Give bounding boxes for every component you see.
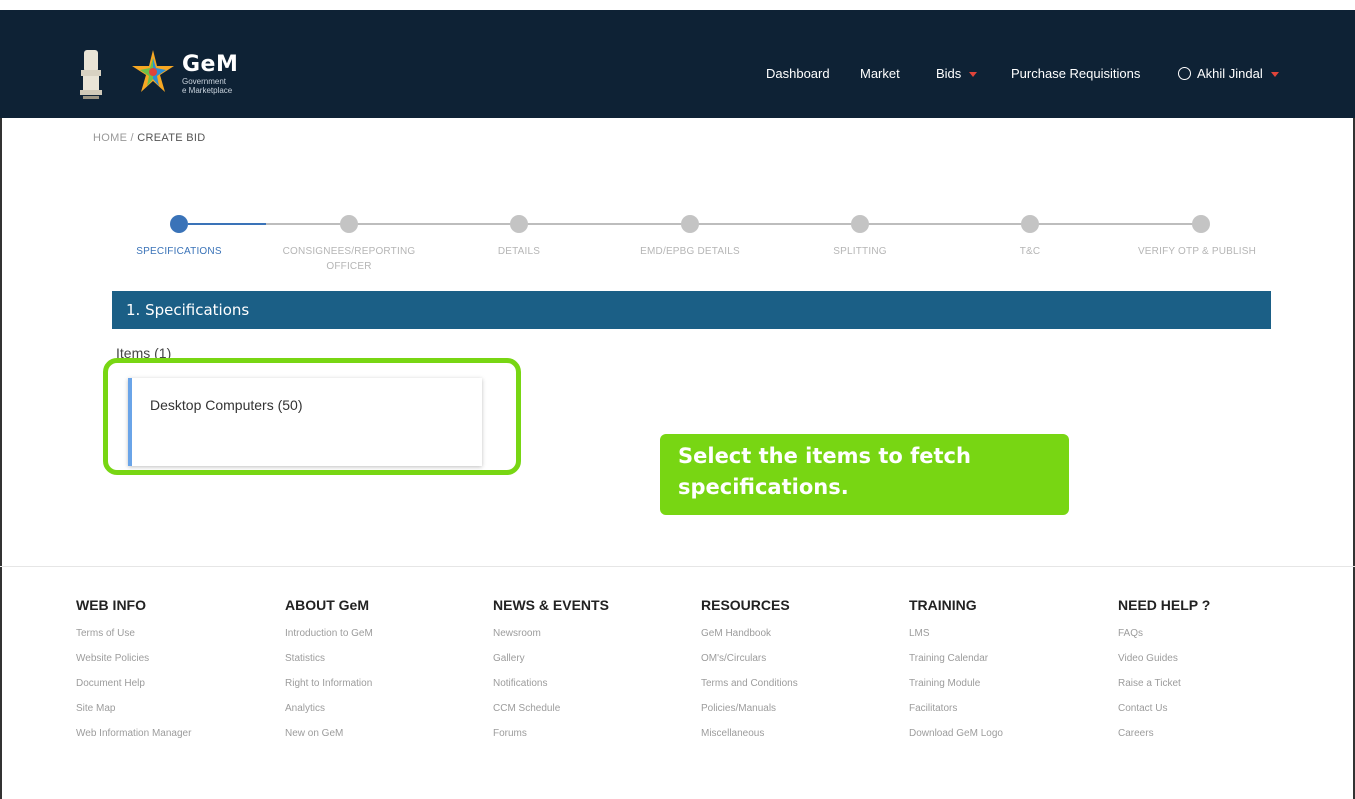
top-navbar: GeM Government e Marketplace Dashboard M…	[0, 0, 1355, 118]
tutorial-highlight-box	[103, 358, 521, 475]
footer-link[interactable]: Training Module	[909, 676, 1109, 701]
footer-divider	[0, 566, 1355, 567]
step-label-emd[interactable]: EMD/EPBG DETAILS	[605, 244, 775, 259]
logo-title: GeM	[182, 52, 239, 77]
footer-link[interactable]: New on GeM	[285, 726, 485, 751]
step-dot-emd[interactable]	[681, 215, 699, 233]
logo-subtitle-2: e Marketplace	[182, 86, 233, 95]
footer-link[interactable]: Contact Us	[1118, 701, 1318, 726]
footer-link[interactable]: Website Policies	[76, 651, 276, 676]
footer-column-help: NEED HELP ? FAQs Video Guides Raise a Ti…	[1118, 597, 1318, 751]
footer-link[interactable]: Analytics	[285, 701, 485, 726]
footer-column-training: TRAINING LMS Training Calendar Training …	[909, 597, 1109, 751]
footer-link[interactable]: Site Map	[76, 701, 276, 726]
top-strip	[0, 0, 1355, 10]
gem-logo-icon	[132, 50, 174, 92]
footer-column-web-info: WEB INFO Terms of Use Website Policies D…	[76, 597, 276, 751]
footer-link[interactable]: Terms and Conditions	[701, 676, 901, 701]
step-label-tc[interactable]: T&C	[945, 244, 1115, 259]
breadcrumb: HOME / CREATE BID	[93, 132, 205, 144]
footer-link[interactable]: Raise a Ticket	[1118, 676, 1318, 701]
user-icon	[1178, 67, 1191, 80]
footer-link[interactable]: OM's/Circulars	[701, 651, 901, 676]
step-label-details[interactable]: DETAILS	[434, 244, 604, 259]
footer-link[interactable]: Gallery	[493, 651, 693, 676]
tutorial-callout: Select the items to fetch specifications…	[660, 434, 1069, 515]
nav-market[interactable]: Market	[860, 66, 900, 81]
breadcrumb-separator: /	[127, 132, 138, 144]
footer-link[interactable]: Forums	[493, 726, 693, 751]
nav-dashboard[interactable]: Dashboard	[766, 66, 830, 81]
footer-heading: NEWS & EVENTS	[493, 597, 609, 613]
footer-link[interactable]: Video Guides	[1118, 651, 1318, 676]
user-name: Akhil Jindal	[1197, 66, 1263, 81]
section-header: 1. Specifications	[112, 291, 1271, 329]
footer-link[interactable]: Terms of Use	[76, 626, 276, 651]
gem-logo-text[interactable]: GeM Government e Marketplace	[182, 52, 238, 95]
footer-link[interactable]: Facilitators	[909, 701, 1109, 726]
footer-heading: ABOUT GeM	[285, 597, 369, 613]
footer-link[interactable]: Download GeM Logo	[909, 726, 1109, 751]
footer-heading: NEED HELP ?	[1118, 597, 1211, 613]
nav-bids-label: Bids	[936, 66, 962, 81]
national-emblem-icon	[80, 50, 102, 99]
nav-purchase-requisitions[interactable]: Purchase Requisitions	[1011, 66, 1140, 81]
step-label-splitting[interactable]: SPLITTING	[775, 244, 945, 259]
footer-link[interactable]: Statistics	[285, 651, 485, 676]
progress-stepper: SPECIFICATIONS CONSIGNEES/REPORTING OFFI…	[0, 200, 1355, 290]
step-label-verify[interactable]: VERIFY OTP & PUBLISH	[1112, 244, 1282, 259]
footer-link[interactable]: CCM Schedule	[493, 701, 693, 726]
footer-link[interactable]: GeM Handbook	[701, 626, 901, 651]
footer-heading: RESOURCES	[701, 597, 790, 613]
breadcrumb-home[interactable]: HOME	[93, 132, 127, 144]
step-dot-tc[interactable]	[1021, 215, 1039, 233]
user-menu[interactable]: Akhil Jindal	[1178, 66, 1279, 81]
footer-link[interactable]: Document Help	[76, 676, 276, 701]
step-label-consignees[interactable]: CONSIGNEES/REPORTING OFFICER	[264, 244, 434, 274]
footer-link[interactable]: Introduction to GeM	[285, 626, 485, 651]
breadcrumb-current: CREATE BID	[137, 132, 206, 144]
chevron-down-icon	[969, 72, 978, 78]
logo-subtitle-1: Government	[182, 77, 227, 86]
footer-link[interactable]: Web Information Manager	[76, 726, 276, 751]
step-dot-splitting[interactable]	[851, 215, 869, 233]
footer-link[interactable]: LMS	[909, 626, 1109, 651]
footer-link[interactable]: Miscellaneous	[701, 726, 901, 751]
footer-link[interactable]: Right to Information	[285, 676, 485, 701]
footer-heading: TRAINING	[909, 597, 977, 613]
step-dot-details[interactable]	[510, 215, 528, 233]
step-dot-consignees[interactable]	[340, 215, 358, 233]
step-connector	[266, 223, 1201, 225]
step-label-specifications[interactable]: SPECIFICATIONS	[94, 244, 264, 259]
footer-link[interactable]: Notifications	[493, 676, 693, 701]
step-dot-verify[interactable]	[1192, 215, 1210, 233]
footer-column-resources: RESOURCES GeM Handbook OM's/Circulars Te…	[701, 597, 901, 751]
footer-link[interactable]: Policies/Manuals	[701, 701, 901, 726]
footer-link[interactable]: Newsroom	[493, 626, 693, 651]
step-dot-specifications[interactable]	[170, 215, 188, 233]
chevron-down-icon	[1270, 72, 1279, 78]
footer-column-about: ABOUT GeM Introduction to GeM Statistics…	[285, 597, 485, 751]
nav-bids[interactable]: Bids	[936, 66, 978, 81]
footer-link[interactable]: Careers	[1118, 726, 1318, 751]
footer-heading: WEB INFO	[76, 597, 146, 613]
footer-column-news: NEWS & EVENTS Newsroom Gallery Notificat…	[493, 597, 693, 751]
footer-link[interactable]: Training Calendar	[909, 651, 1109, 676]
footer-link[interactable]: FAQs	[1118, 626, 1318, 651]
step-connector-active	[188, 223, 266, 225]
